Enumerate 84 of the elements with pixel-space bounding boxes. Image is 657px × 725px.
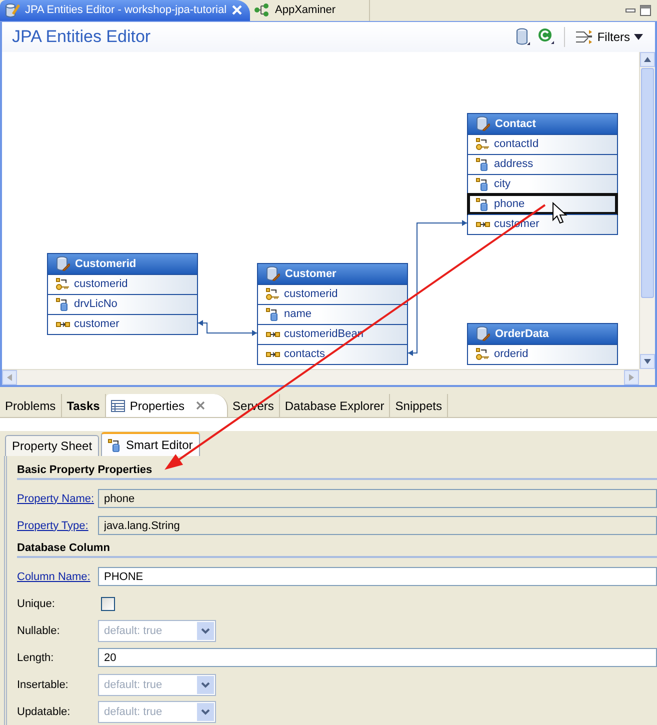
caret-icon	[201, 628, 210, 634]
tab-label: AppXaminer	[275, 4, 337, 16]
entity-name: Contact	[495, 118, 536, 130]
view-tab[interactable]: Tasks	[62, 394, 106, 418]
graph-icon	[254, 3, 270, 18]
entity-field[interactable]: city	[468, 174, 617, 194]
column-icon	[108, 438, 122, 452]
entity-icon	[266, 266, 280, 282]
refresh-icon	[538, 28, 554, 46]
input-field[interactable]: java.lang.String	[98, 516, 657, 535]
table-icon	[110, 400, 125, 412]
relation-icon	[476, 220, 490, 229]
caret-icon	[201, 708, 210, 714]
arrow-left-icon	[7, 374, 12, 382]
input-field[interactable]: phone	[98, 489, 657, 508]
entity-field[interactable]: phone	[468, 194, 617, 214]
relation-icon	[266, 330, 280, 339]
entity-icon	[476, 326, 490, 342]
entity-icon	[56, 256, 70, 272]
scroll-down-button[interactable]	[640, 354, 655, 370]
cursor-icon	[552, 202, 568, 224]
filters-button[interactable]: Filters	[571, 28, 647, 45]
checkbox[interactable]	[101, 596, 115, 610]
relation-icon	[266, 350, 280, 359]
key-icon	[56, 278, 70, 291]
view-tab[interactable]: Properties	[106, 394, 228, 418]
entity-field[interactable]: name	[258, 304, 407, 324]
entity-field[interactable]: drvLicNo	[48, 294, 197, 314]
input-field[interactable]: PHONE	[98, 567, 657, 586]
property-tab[interactable]: Property Sheet	[5, 435, 100, 456]
entity-name: OrderData	[495, 328, 549, 340]
column-icon	[266, 308, 280, 321]
section-title: Database Column	[17, 542, 657, 558]
entity-field[interactable]: orderid	[468, 344, 617, 364]
relation-icon	[56, 320, 70, 329]
database-icon	[516, 28, 530, 46]
entity-field[interactable]: customer	[48, 314, 197, 334]
column-icon	[476, 158, 490, 171]
connector-line	[195, 318, 260, 338]
arrow-up-icon	[644, 56, 651, 62]
editor-title: JPA Entities Editor	[12, 26, 152, 47]
key-icon	[476, 348, 490, 361]
tab-label: JPA Entities Editor - workshop-jpa-tutorial	[25, 4, 227, 16]
arrow-right-icon	[629, 374, 634, 382]
scrollbar-thumb[interactable]	[641, 68, 654, 298]
editor-tab[interactable]: JPA Entities Editor - workshop-jpa-tutorial	[0, 0, 250, 21]
field-link[interactable]: Property Name:	[17, 492, 98, 504]
vertical-scrollbar[interactable]	[639, 52, 655, 370]
maximize-icon[interactable]	[640, 4, 651, 16]
scroll-up-button[interactable]	[640, 52, 655, 67]
entity-field[interactable]: contactId	[468, 134, 617, 154]
column-icon	[476, 178, 490, 191]
entity-card[interactable]: Customerid customerid drvLicNo customer	[47, 252, 198, 335]
entity-name: Customer	[285, 268, 336, 280]
filter-icon	[575, 28, 594, 45]
entity-name: Customerid	[75, 258, 136, 270]
entity-icon	[476, 116, 490, 132]
property-tab[interactable]: Smart Editor	[101, 432, 200, 456]
entity-field[interactable]: customerid	[48, 274, 197, 294]
key-icon	[266, 288, 280, 301]
field-link[interactable]: Column Name:	[17, 570, 98, 582]
caret-icon	[634, 34, 643, 40]
field-label: Updatable:	[17, 706, 72, 718]
close-icon[interactable]	[196, 401, 205, 410]
key-icon	[476, 138, 490, 151]
input-field[interactable]: 20	[98, 648, 657, 667]
scroll-left-button[interactable]	[2, 370, 17, 386]
field-label: Length:	[17, 652, 55, 664]
section-title: Basic Property Properties	[17, 464, 657, 480]
entity-field[interactable]: customerid	[258, 284, 407, 304]
scroll-right-button[interactable]	[624, 370, 639, 386]
column-icon	[476, 198, 490, 211]
entity-card[interactable]: OrderData orderid	[467, 322, 618, 365]
arrow-down-icon	[644, 359, 651, 364]
horizontal-scrollbar[interactable]	[2, 369, 639, 386]
column-icon	[56, 298, 70, 311]
caret-icon	[201, 682, 210, 688]
jpa-icon	[4, 2, 20, 18]
field-label: Insertable:	[17, 678, 70, 690]
field-label: Unique:	[17, 598, 56, 610]
entity-field[interactable]: contacts	[258, 344, 407, 364]
entity-field[interactable]: address	[468, 154, 617, 174]
field-label: Nullable:	[17, 624, 61, 636]
field-link[interactable]: Property Type:	[17, 520, 98, 532]
